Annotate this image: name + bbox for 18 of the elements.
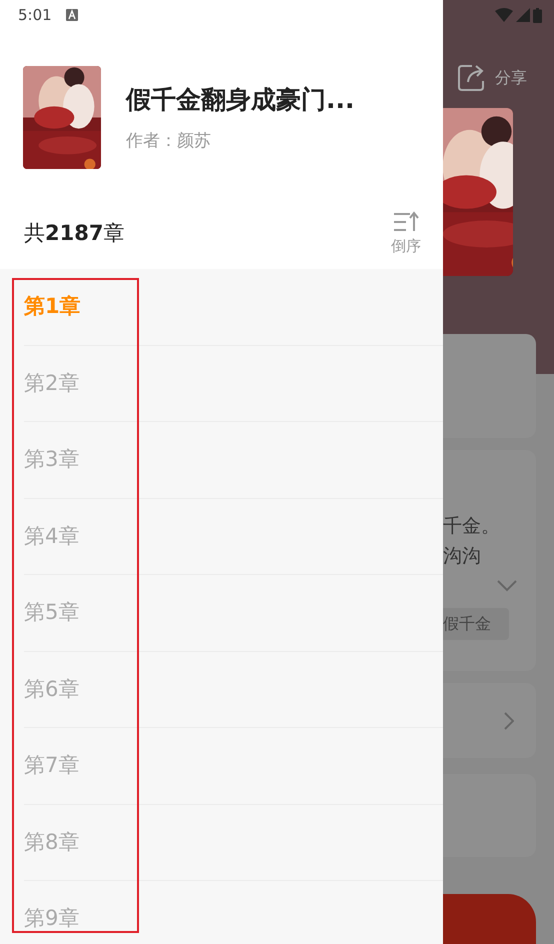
tag: 假千金 bbox=[443, 608, 509, 640]
signal-icon bbox=[516, 8, 530, 22]
sort-icon bbox=[392, 210, 420, 233]
chevron-down-icon[interactable] bbox=[497, 580, 517, 592]
battery-icon bbox=[533, 8, 542, 22]
sort-button[interactable]: 倒序 bbox=[391, 210, 421, 258]
book-author: 作者：颜苏 bbox=[126, 130, 212, 152]
summary-line: 沟沟 bbox=[443, 544, 482, 570]
status-time: 5:01 bbox=[18, 4, 52, 26]
share-label[interactable]: 分享 bbox=[495, 66, 527, 90]
share-icon[interactable] bbox=[456, 63, 486, 93]
chapter-count: 共2187章 bbox=[24, 220, 124, 248]
action-button[interactable] bbox=[443, 894, 536, 944]
chevron-right-icon[interactable] bbox=[504, 712, 514, 730]
keyboard-icon bbox=[66, 9, 78, 21]
summary-line: 千金。 bbox=[443, 514, 501, 540]
book-title: 假千金翻身成豪门... bbox=[126, 84, 354, 116]
wifi-icon bbox=[495, 8, 513, 22]
